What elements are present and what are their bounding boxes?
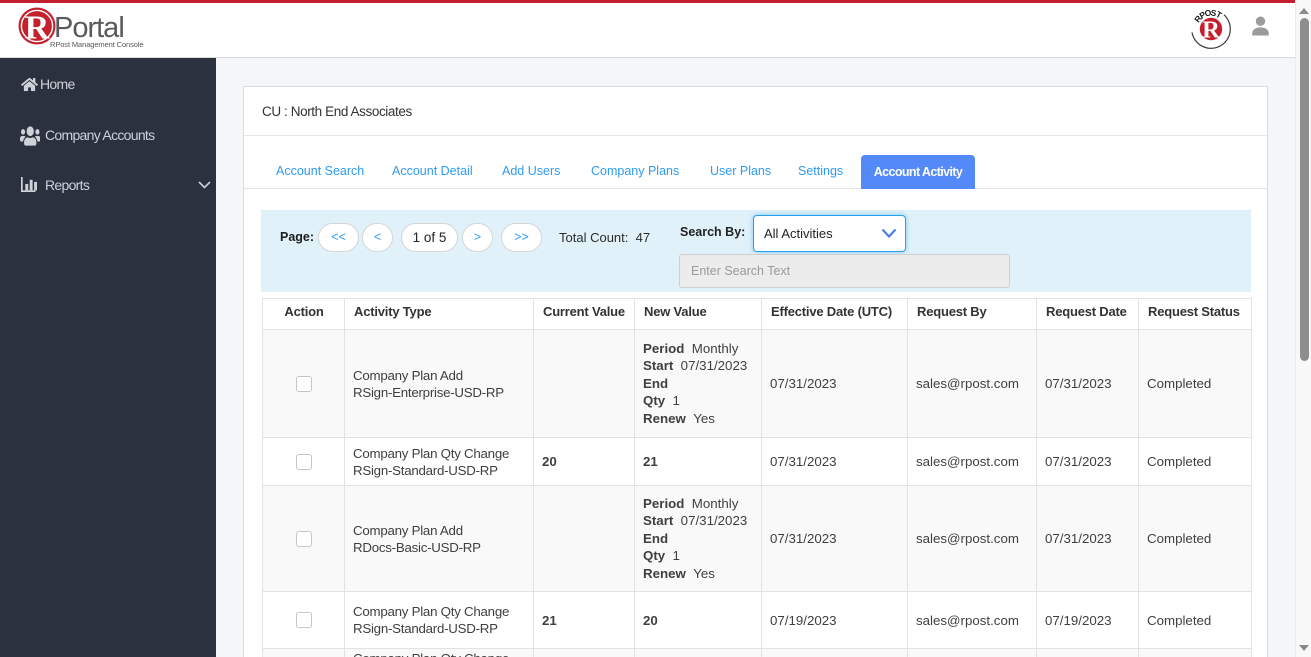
svg-text:R: R <box>1202 17 1220 44</box>
svg-text:R: R <box>25 10 50 46</box>
